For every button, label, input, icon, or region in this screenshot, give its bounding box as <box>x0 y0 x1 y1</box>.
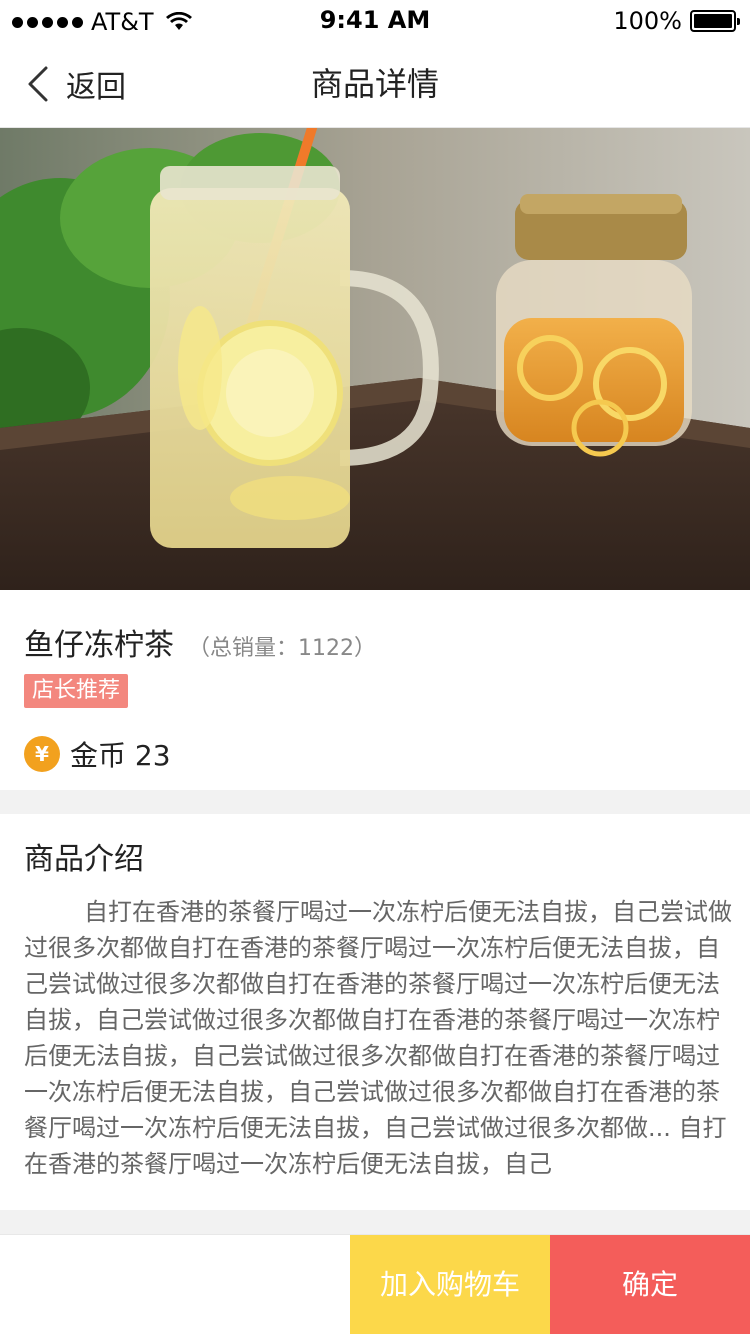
description-text: 自打在香港的茶餐厅喝过一次冻柠后便无法自拔，自己尝试做过很多次都做自打在香港的茶… <box>24 898 732 1178</box>
confirm-button[interactable]: 确定 <box>550 1235 750 1334</box>
product-name: 鱼仔冻柠茶 <box>24 628 174 663</box>
description-title: 商品介绍 <box>24 842 144 877</box>
sales-count: （总销量：1122） <box>188 636 376 661</box>
product-info: 鱼仔冻柠茶 （总销量：1122） 店长推荐 ¥ 金币 23 <box>0 590 750 790</box>
add-to-cart-button[interactable]: 加入购物车 <box>350 1235 550 1334</box>
page-title: 商品详情 <box>310 65 439 103</box>
price-row: ¥ 金币 23 <box>24 734 171 774</box>
description-section: 商品介绍 自打在香港的茶餐厅喝过一次冻柠后便无法自拔，自己尝试做过很多次都做自打… <box>0 814 750 1210</box>
coin-icon: ¥ <box>24 736 60 772</box>
nav-bar: 返回 商品详情 <box>0 40 750 128</box>
title-row: 鱼仔冻柠茶 （总销量：1122） <box>24 620 376 664</box>
battery-percent: 100% <box>613 7 682 35</box>
bottom-action-bar: 加入购物车 确定 <box>0 1234 750 1334</box>
recommend-badge: 店长推荐 <box>24 674 129 708</box>
price: 金币 23 <box>70 739 171 772</box>
battery-icon <box>690 10 740 32</box>
section-divider <box>0 790 750 814</box>
section-divider <box>0 1210 750 1234</box>
status-bar: AT&T 9:41 AM 100% <box>0 0 750 40</box>
status-right: 100% <box>613 7 740 35</box>
product-image <box>0 128 750 590</box>
